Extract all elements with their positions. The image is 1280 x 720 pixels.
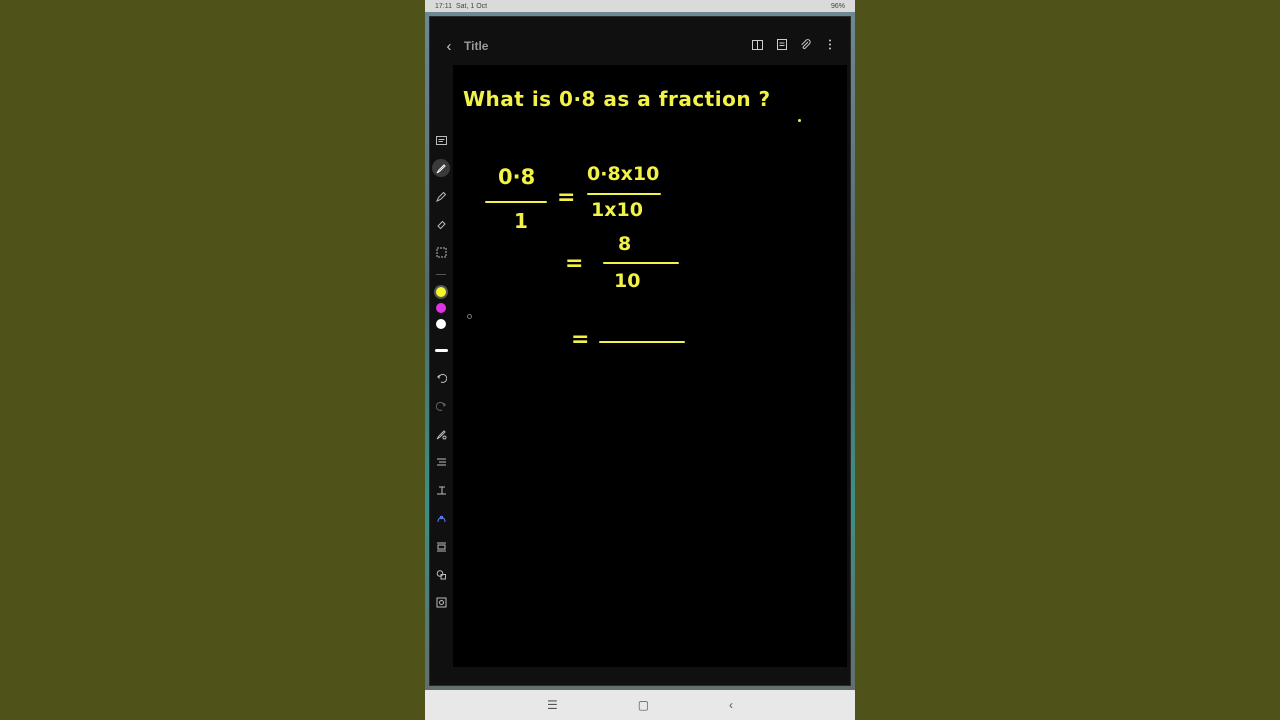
eq1-numerator: 0·8 (498, 165, 536, 189)
tablet-frame: 17:11 Sat, 1 Oct 96% ‹ Title What is 0·8… (425, 0, 855, 720)
text-icon[interactable] (432, 481, 450, 499)
eraser-icon[interactable] (432, 215, 450, 233)
eq3-numerator: 8 (618, 233, 632, 255)
highlighter-icon[interactable] (432, 187, 450, 205)
align-icon[interactable] (432, 453, 450, 471)
more-icon[interactable] (823, 38, 836, 51)
shapes-icon[interactable] (432, 565, 450, 583)
home-icon[interactable]: ▢ (638, 698, 649, 712)
color-magenta-swatch[interactable] (436, 303, 446, 313)
top-actions (751, 38, 836, 51)
pen-settings-icon[interactable] (432, 425, 450, 443)
undo-icon[interactable] (432, 369, 450, 387)
eq1-equals: = (557, 185, 576, 210)
eq3-equals: = (565, 251, 584, 276)
pen-icon[interactable] (432, 159, 450, 177)
note-title[interactable]: Title (464, 39, 488, 53)
stroke-separator (432, 271, 450, 277)
eq2-numerator: 0·8x10 (587, 163, 660, 185)
question-dot (798, 119, 801, 122)
lasso-icon[interactable] (432, 243, 450, 261)
cursor-dot (467, 314, 472, 319)
system-nav-bar: ☰ ▢ ‹ (425, 690, 855, 720)
eq2-denominator: 1x10 (591, 199, 643, 221)
pen-toolbar (430, 131, 452, 621)
eq4-equals: = (571, 327, 590, 352)
eq2-fraction-bar (587, 193, 661, 195)
redo-icon[interactable] (432, 397, 450, 415)
eq3-fraction-bar (603, 262, 679, 264)
color-white-swatch[interactable] (436, 319, 446, 329)
attach-icon[interactable] (799, 38, 812, 51)
question-heading: What is 0·8 as a fraction ? (463, 87, 771, 111)
shape-icon[interactable] (432, 509, 450, 527)
eq3-denominator: 10 (614, 270, 641, 292)
eq1-denominator: 1 (514, 209, 528, 233)
notes-app-window: ‹ Title What is 0·8 as a fraction ? 0·8 … (429, 16, 851, 686)
insert-text-icon[interactable] (432, 537, 450, 555)
drawing-canvas[interactable]: What is 0·8 as a fraction ? 0·8 1 = 0·8x… (453, 65, 847, 667)
eq4-blank-line (599, 341, 685, 343)
app-top-bar: ‹ Title (430, 31, 850, 61)
color-yellow-swatch[interactable] (436, 287, 446, 297)
battery-level: 96% (830, 2, 845, 10)
stroke-width-icon[interactable] (432, 341, 450, 359)
back-nav-icon[interactable]: ‹ (729, 698, 733, 712)
image-icon[interactable] (432, 593, 450, 611)
status-bar: 17:11 Sat, 1 Oct 96% (425, 0, 855, 12)
page-icon[interactable] (775, 38, 788, 51)
status-time: 17:11 (435, 2, 452, 10)
eq1-fraction-bar (485, 201, 547, 203)
back-button[interactable]: ‹ (442, 38, 456, 55)
text-mode-icon[interactable] (432, 131, 450, 149)
book-view-icon[interactable] (751, 38, 764, 51)
status-date: Sat, 1 Oct (456, 2, 488, 10)
recent-apps-icon[interactable]: ☰ (547, 698, 558, 712)
